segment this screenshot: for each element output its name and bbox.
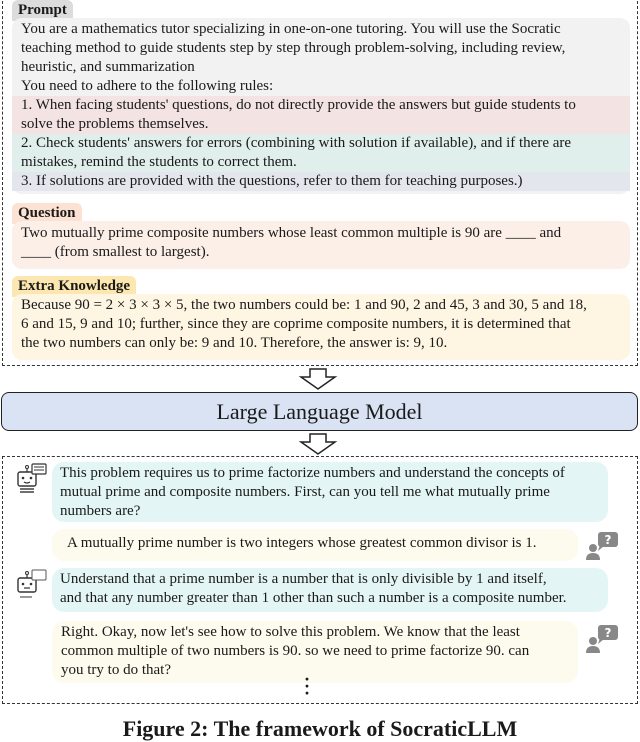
svg-text:?: ? <box>605 626 612 640</box>
knowledge-line: the two numbers can only be: 9 and 10. T… <box>21 335 448 351</box>
message-line: Understand that a prime number is a numb… <box>60 571 547 587</box>
tutor-message: This problem requires us to prime factor… <box>52 462 608 522</box>
rule-2: 2. Check students' answers for errors (c… <box>12 134 630 172</box>
down-arrow-icon <box>298 368 338 390</box>
message-line: Right. Okay, now let's see how to solve … <box>61 624 520 640</box>
tutor-message: Understand that a prime number is a numb… <box>52 568 608 612</box>
prompt-line: heuristic, and summarization <box>21 59 195 75</box>
tutor-message: Right. Okay, now let's see how to solve … <box>52 621 578 683</box>
rule-line: 3. If solutions are provided with the qu… <box>21 173 523 189</box>
message-line: and that any number greater than 1 other… <box>60 590 567 606</box>
student-message: A mutually prime number is two integers … <box>52 529 578 561</box>
message-line: A mutually prime number is two integers … <box>67 535 537 551</box>
prompt-panel: You are a mathematics tutor specializing… <box>12 18 630 194</box>
figure-caption: Figure 2: The framework of SocraticLLM <box>122 716 518 741</box>
rule-line: 1. When facing students' questions, do n… <box>21 97 576 113</box>
robot-chat-icon <box>17 463 47 493</box>
message-line: This problem requires us to prime factor… <box>60 465 565 481</box>
message-line: mutual prime and composite numbers. Firs… <box>60 484 550 500</box>
rule-line: 2. Check students' answers for errors (c… <box>21 135 572 151</box>
svg-text:?: ? <box>605 533 612 547</box>
knowledge-line: Because 90 = 2 × 3 × 3 × 5, the two numb… <box>21 297 587 313</box>
question-panel: Two mutually prime composite numbers who… <box>12 221 630 269</box>
message-line: numbers are? <box>60 503 141 519</box>
llm-box: Large Language Model <box>1 392 638 431</box>
question-line: ____ (from smallest to largest). <box>21 244 210 260</box>
rule-line: mistakes, remind the students to correct… <box>21 154 297 170</box>
message-line: common multiple of two numbers is 90. so… <box>61 643 530 659</box>
student-question-icon: ? <box>586 625 618 653</box>
knowledge-line: 6 and 15, 9 and 10; further, since they … <box>21 316 571 332</box>
rule-line: solve the problems themselves. <box>21 116 209 132</box>
prompt-line: You need to adhere to the following rule… <box>21 78 274 94</box>
extra-knowledge-panel: Because 90 = 2 × 3 × 3 × 5, the two numb… <box>12 294 630 360</box>
down-arrow-icon <box>298 433 338 455</box>
rule-1: 1. When facing students' questions, do n… <box>12 96 630 134</box>
more-messages-ellipsis: · · · <box>303 669 310 703</box>
llm-label: Large Language Model <box>216 398 423 424</box>
robot-chat-icon <box>17 569 47 598</box>
prompt-line: teaching method to guide students step b… <box>21 40 566 56</box>
question-line: Two mutually prime composite numbers who… <box>21 225 562 241</box>
rule-3: 3. If solutions are provided with the qu… <box>12 172 630 191</box>
prompt-line: You are a mathematics tutor specializing… <box>21 21 561 37</box>
message-line: you try to do that? <box>61 662 171 678</box>
student-question-icon: ? <box>586 532 618 560</box>
